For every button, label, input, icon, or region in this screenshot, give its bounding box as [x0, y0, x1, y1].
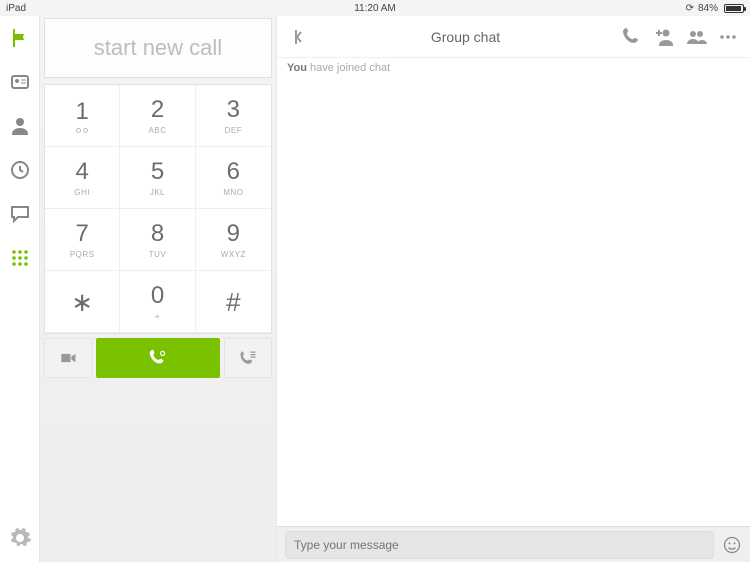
key-letters: DEF	[225, 126, 243, 135]
chat-panel: Group chat You have joined chat	[277, 16, 750, 562]
smiley-icon	[722, 535, 742, 555]
phone-icon	[620, 25, 644, 49]
clock: 11:20 AM	[354, 3, 396, 14]
sidebar-item-directory[interactable]	[8, 70, 32, 94]
key-letters: MNO	[223, 188, 243, 197]
participants-button[interactable]	[684, 25, 708, 49]
key-letters: WXYZ	[221, 250, 246, 259]
id-card-icon	[8, 70, 32, 94]
key-6[interactable]: 6 MNO	[196, 147, 271, 209]
emoji-button[interactable]	[722, 535, 742, 555]
chat-bubble-icon	[8, 202, 32, 226]
transfer-call-button[interactable]	[224, 338, 272, 378]
phone-list-icon	[238, 348, 258, 368]
key-2[interactable]: 2 ABC	[120, 85, 195, 147]
key-digit: 2	[151, 96, 164, 124]
key-letters: PQRS	[70, 250, 95, 259]
voice-call-button[interactable]	[96, 338, 220, 378]
key-digit: 8	[151, 220, 164, 248]
key-8[interactable]: 8 TUV	[120, 209, 195, 271]
key-digit: 6	[227, 158, 240, 186]
voicemail-icon	[76, 128, 88, 133]
key-letters: JKL	[150, 188, 165, 197]
back-icon	[287, 25, 311, 49]
key-letters: TUV	[149, 250, 167, 259]
back-button[interactable]	[287, 25, 311, 49]
key-letters: ABC	[149, 126, 167, 135]
add-person-icon	[652, 25, 676, 49]
more-button[interactable]	[716, 25, 740, 49]
sidebar-item-chat[interactable]	[8, 202, 32, 226]
key-digit: 4	[75, 158, 88, 186]
dialer-panel: start new call 1 2 ABC 3 DEF 4 GHI 5 JKL	[40, 16, 277, 562]
chat-input-row	[277, 526, 750, 562]
key-digit: 7	[75, 220, 88, 248]
keypad: 1 2 ABC 3 DEF 4 GHI 5 JKL 6 MNO	[44, 84, 272, 334]
key-hash[interactable]: #	[196, 271, 271, 333]
call-button-row	[44, 338, 272, 378]
key-9[interactable]: 9 WXYZ	[196, 209, 271, 271]
video-call-button[interactable]	[44, 338, 92, 378]
gear-icon	[8, 526, 32, 550]
key-digit: 3	[227, 96, 240, 124]
key-digit: 1	[75, 98, 88, 126]
key-4[interactable]: 4 GHI	[45, 147, 120, 209]
battery-icon	[724, 4, 744, 13]
key-digit: #	[226, 289, 240, 315]
chat-title: Group chat	[319, 29, 612, 45]
flag-icon	[8, 26, 32, 50]
device-label: iPad	[6, 3, 26, 14]
sidebar	[0, 16, 40, 562]
chat-header: Group chat	[277, 16, 750, 58]
key-digit: ∗	[71, 289, 93, 315]
key-digit: 9	[227, 220, 240, 248]
rotation-lock-icon: ⟳	[686, 3, 694, 14]
sidebar-item-history[interactable]	[8, 158, 32, 182]
key-5[interactable]: 5 JKL	[120, 147, 195, 209]
key-1[interactable]: 1	[45, 85, 120, 147]
battery-status: ⟳ 84%	[686, 3, 744, 14]
sidebar-item-flag[interactable]	[8, 26, 32, 50]
dialpad-icon	[8, 246, 32, 270]
more-icon	[716, 25, 740, 49]
key-digit: 5	[151, 158, 164, 186]
sidebar-item-dialpad[interactable]	[8, 246, 32, 270]
add-participant-button[interactable]	[652, 25, 676, 49]
sidebar-item-contacts[interactable]	[8, 114, 32, 138]
key-3[interactable]: 3 DEF	[196, 85, 271, 147]
phone-icon	[147, 347, 169, 369]
key-digit: 0	[151, 282, 164, 310]
key-0[interactable]: 0 +	[120, 271, 195, 333]
key-star[interactable]: ∗	[45, 271, 120, 333]
person-icon	[8, 114, 32, 138]
clock-icon	[8, 158, 32, 182]
sidebar-item-settings[interactable]	[8, 526, 32, 550]
key-letters: GHI	[74, 188, 90, 197]
dial-input[interactable]: start new call	[44, 18, 272, 78]
message-input[interactable]	[285, 531, 714, 559]
chat-status-line: You have joined chat	[277, 58, 750, 78]
status-text: have joined chat	[307, 62, 390, 74]
status-bar: iPad 11:20 AM ⟳ 84%	[0, 0, 750, 16]
video-icon	[58, 348, 78, 368]
header-call-button[interactable]	[620, 25, 644, 49]
battery-pct: 84%	[698, 3, 718, 14]
group-icon	[684, 25, 708, 49]
chat-body	[277, 78, 750, 526]
status-user: You	[287, 62, 307, 74]
key-letters: +	[155, 312, 160, 321]
key-7[interactable]: 7 PQRS	[45, 209, 120, 271]
